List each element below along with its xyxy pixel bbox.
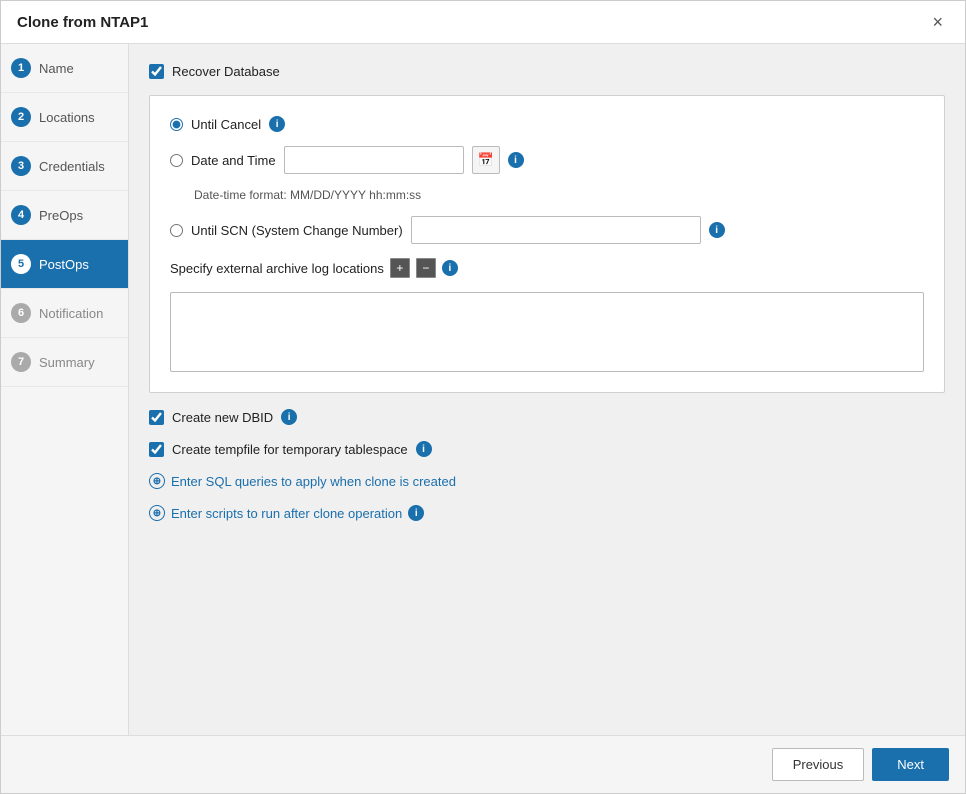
sidebar-item-postops[interactable]: 5 PostOps (1, 240, 128, 289)
sidebar-item-summary[interactable]: 7 Summary (1, 338, 128, 387)
sql-queries-add-icon: ⊕ (149, 473, 165, 489)
dialog-footer: Previous Next (1, 735, 965, 793)
until-cancel-label: Until Cancel (191, 117, 261, 132)
sidebar-item-label-postops: PostOps (39, 257, 89, 272)
scripts-link[interactable]: Enter scripts to run after clone operati… (171, 506, 402, 521)
previous-button[interactable]: Previous (772, 748, 865, 781)
step-badge-1: 1 (11, 58, 31, 78)
step-badge-2: 2 (11, 107, 31, 127)
sidebar-item-notification[interactable]: 6 Notification (1, 289, 128, 338)
scripts-info-icon[interactable]: i (408, 505, 424, 521)
date-time-info-icon[interactable]: i (508, 152, 524, 168)
sidebar-item-label-credentials: Credentials (39, 159, 105, 174)
dialog-title: Clone from NTAP1 (17, 14, 148, 31)
sidebar-item-label-summary: Summary (39, 355, 95, 370)
create-tempfile-row: Create tempfile for temporary tablespace… (149, 441, 945, 457)
create-dbid-row: Create new DBID i (149, 409, 945, 425)
until-cancel-info-icon[interactable]: i (269, 116, 285, 132)
clone-dialog: Clone from NTAP1 × 1 Name 2 Locations 3 … (0, 0, 966, 794)
scripts-add-icon: ⊕ (149, 505, 165, 521)
sidebar-item-locations[interactable]: 2 Locations (1, 93, 128, 142)
step-badge-7: 7 (11, 352, 31, 372)
archive-log-row: Specify external archive log locations +… (170, 258, 924, 278)
step-badge-3: 3 (11, 156, 31, 176)
create-tempfile-info-icon[interactable]: i (416, 441, 432, 457)
step-badge-5: 5 (11, 254, 31, 274)
sidebar-item-label-notification: Notification (39, 306, 103, 321)
create-dbid-checkbox[interactable] (149, 410, 164, 425)
create-tempfile-checkbox[interactable] (149, 442, 164, 457)
archive-log-textarea[interactable] (170, 292, 924, 372)
recover-database-checkbox[interactable] (149, 64, 164, 79)
date-format-hint: Date-time format: MM/DD/YYYY hh:mm:ss (170, 188, 924, 202)
archive-info-icon[interactable]: i (442, 260, 458, 276)
close-button[interactable]: × (926, 11, 949, 33)
until-cancel-row: Until Cancel i (170, 116, 924, 132)
date-time-input[interactable] (284, 146, 464, 174)
sidebar-item-credentials[interactable]: 3 Credentials (1, 142, 128, 191)
date-time-radio[interactable] (170, 154, 183, 167)
sidebar-item-label-preops: PreOps (39, 208, 83, 223)
create-dbid-info-icon[interactable]: i (281, 409, 297, 425)
sql-queries-row: ⊕ Enter SQL queries to apply when clone … (149, 473, 945, 489)
create-tempfile-label: Create tempfile for temporary tablespace (172, 442, 408, 457)
dialog-body: 1 Name 2 Locations 3 Credentials 4 PreOp… (1, 44, 965, 735)
scripts-row: ⊕ Enter scripts to run after clone opera… (149, 505, 945, 521)
until-scn-radio[interactable] (170, 224, 183, 237)
date-and-time-row: Date and Time 📅 i (170, 146, 924, 174)
recovery-options-card: Until Cancel i Date and Time 📅 i Date-ti… (149, 95, 945, 393)
sidebar-item-name[interactable]: 1 Name (1, 44, 128, 93)
dialog-header: Clone from NTAP1 × (1, 1, 965, 44)
step-badge-6: 6 (11, 303, 31, 323)
sidebar-item-label-name: Name (39, 61, 74, 76)
archive-log-label: Specify external archive log locations (170, 261, 384, 276)
create-dbid-label: Create new DBID (172, 410, 273, 425)
sidebar-item-label-locations: Locations (39, 110, 95, 125)
sidebar-item-preops[interactable]: 4 PreOps (1, 191, 128, 240)
main-content: Recover Database Until Cancel i Date and… (129, 44, 965, 735)
next-button[interactable]: Next (872, 748, 949, 781)
calendar-button[interactable]: 📅 (472, 146, 500, 174)
recover-database-label: Recover Database (172, 64, 280, 79)
scn-input[interactable] (411, 216, 701, 244)
until-scn-label: Until SCN (System Change Number) (191, 223, 403, 238)
archive-add-button[interactable]: + (390, 258, 410, 278)
archive-remove-button[interactable]: − (416, 258, 436, 278)
date-time-label: Date and Time (191, 153, 276, 168)
until-scn-row: Until SCN (System Change Number) i (170, 216, 924, 244)
sql-queries-link[interactable]: Enter SQL queries to apply when clone is… (171, 474, 456, 489)
scn-info-icon[interactable]: i (709, 222, 725, 238)
step-badge-4: 4 (11, 205, 31, 225)
until-cancel-radio[interactable] (170, 118, 183, 131)
recover-database-row: Recover Database (149, 64, 945, 79)
sidebar: 1 Name 2 Locations 3 Credentials 4 PreOp… (1, 44, 129, 735)
